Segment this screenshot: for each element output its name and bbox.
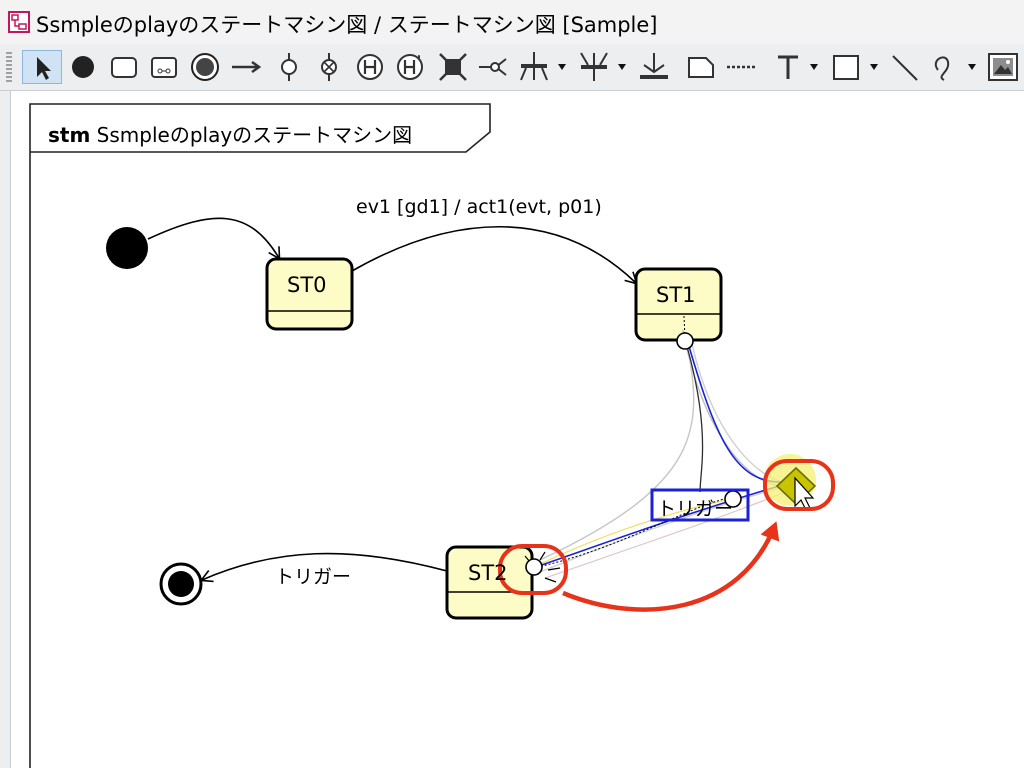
terminate-icon bbox=[640, 53, 668, 79]
line-tool-button[interactable] bbox=[888, 50, 922, 84]
history-h-icon bbox=[357, 54, 383, 80]
shallow-history-tool-button[interactable] bbox=[354, 50, 386, 84]
note-tool-button[interactable] bbox=[684, 50, 718, 84]
fork-tool-button[interactable] bbox=[516, 50, 572, 84]
exit-point-tool-button[interactable] bbox=[314, 50, 344, 84]
image-icon bbox=[988, 53, 1018, 81]
submachine-state-tool-button[interactable] bbox=[148, 50, 180, 84]
squiggle-icon bbox=[934, 56, 976, 81]
transition-st2-final-label[interactable]: トリガー bbox=[275, 562, 351, 589]
final-state-tool-button[interactable] bbox=[188, 50, 222, 84]
deep-history-h-icon bbox=[397, 54, 423, 80]
arrow-right-icon bbox=[232, 60, 262, 74]
diagram-toolbar bbox=[0, 44, 1024, 91]
junction-tool-button[interactable] bbox=[476, 50, 510, 84]
submachine-icon bbox=[151, 57, 177, 78]
junction-icon bbox=[479, 58, 507, 76]
join-tool-button[interactable] bbox=[576, 50, 632, 84]
select-tool-button[interactable] bbox=[22, 50, 62, 84]
pin-circle-icon bbox=[281, 53, 297, 81]
note-anchor-tool-button[interactable] bbox=[724, 50, 760, 84]
transition-tool-button[interactable] bbox=[228, 50, 264, 84]
window-title: Ssmpleのplayのステートマシン図 / ステートマシン図 [Sample] bbox=[36, 13, 658, 37]
text-t-icon bbox=[778, 55, 818, 79]
state-diagram-icon bbox=[8, 11, 30, 33]
state-tool-button[interactable] bbox=[108, 50, 140, 84]
dotted-line-icon bbox=[727, 65, 757, 69]
diagram-frame-label: stm Ssmpleのplayのステートマシン図 bbox=[48, 119, 412, 148]
toolbar-grip[interactable] bbox=[6, 52, 12, 82]
note-icon bbox=[688, 57, 714, 78]
rectangle-icon bbox=[833, 55, 878, 80]
initial-state-tool-button[interactable] bbox=[68, 50, 98, 84]
frame-keyword: stm bbox=[48, 123, 91, 147]
diagonal-line-icon bbox=[892, 55, 918, 81]
bullseye-icon bbox=[191, 53, 219, 81]
terminate-tool-button[interactable] bbox=[636, 50, 672, 84]
frame-name: Ssmpleのplayのステートマシン図 bbox=[96, 123, 413, 147]
deep-history-tool-button[interactable] bbox=[394, 50, 428, 84]
fork-icon bbox=[520, 52, 566, 81]
rectangle-tool-button[interactable] bbox=[830, 50, 886, 84]
pointer-arrow-icon bbox=[37, 57, 51, 80]
entry-point-tool-button[interactable] bbox=[274, 50, 304, 84]
state-st0-name: ST0 bbox=[287, 273, 327, 297]
transition-st0-st1-label[interactable]: ev1 [gd1] / act1(evt, p01) bbox=[356, 196, 602, 218]
filled-circle-icon bbox=[72, 56, 94, 78]
crossed-circle-icon bbox=[321, 53, 337, 81]
diagram-canvas[interactable] bbox=[0, 91, 1024, 768]
text-tool-button[interactable] bbox=[772, 50, 824, 84]
join-icon bbox=[580, 52, 626, 81]
state-st2-name: ST2 bbox=[468, 561, 508, 585]
canvas-left-edge bbox=[0, 91, 11, 768]
freehand-tool-button[interactable] bbox=[928, 50, 984, 84]
transition-st1-st2-label[interactable]: トリガー bbox=[657, 494, 733, 521]
image-tool-button[interactable] bbox=[986, 50, 1020, 84]
window-title-bar: Ssmpleのplayのステートマシン図 / ステートマシン図 [Sample] bbox=[0, 0, 1024, 45]
state-st1-name: ST1 bbox=[656, 283, 696, 307]
choice-tool-button[interactable] bbox=[436, 50, 470, 84]
rounded-rect-icon bbox=[111, 57, 137, 78]
choice-icon bbox=[439, 53, 467, 81]
